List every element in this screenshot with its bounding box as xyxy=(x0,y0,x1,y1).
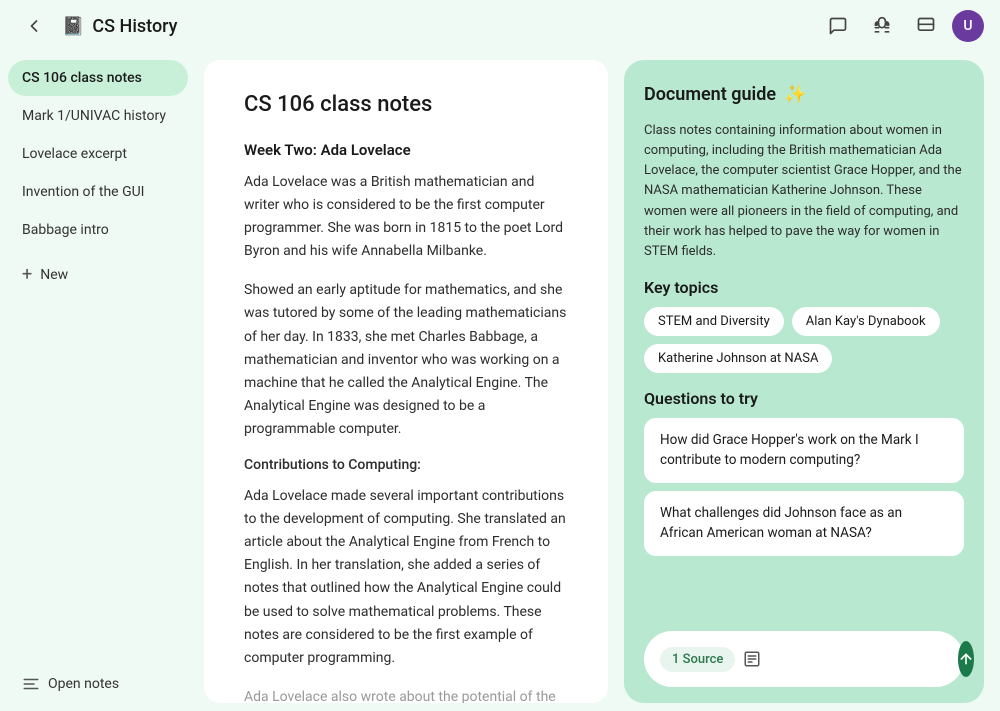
contributions-label: Contributions to Computing: xyxy=(244,457,568,473)
sidebar-item-mark1[interactable]: Mark 1/UNIVAC history xyxy=(8,98,188,134)
topic-katherine[interactable]: Katherine Johnson at NASA xyxy=(644,344,832,373)
source-badge[interactable]: 1 Source xyxy=(660,647,735,672)
back-button[interactable] xyxy=(16,8,52,44)
topic-alan[interactable]: Alan Kay's Dynabook xyxy=(792,307,940,336)
questions-section: Questions to try How did Grace Hopper's … xyxy=(644,389,964,564)
key-topics-section: Key topics STEM and Diversity Alan Kay's… xyxy=(644,278,964,373)
guide-input-area: 1 Source xyxy=(644,631,964,687)
key-topics-label: Key topics xyxy=(644,278,964,297)
note-icon-button[interactable] xyxy=(743,643,761,675)
topics-container: STEM and Diversity Alan Kay's Dynabook K… xyxy=(644,307,964,373)
chat-button[interactable] xyxy=(820,8,856,44)
send-button[interactable] xyxy=(958,641,974,677)
paragraph-3: Ada Lovelace made several important cont… xyxy=(244,485,568,670)
app-title: 📓 CS History xyxy=(62,16,178,37)
new-button[interactable]: + New xyxy=(8,254,188,295)
document-panel: CS 106 class notes Week Two: Ada Lovelac… xyxy=(204,60,608,703)
plus-icon: + xyxy=(22,264,32,285)
guide-input-field[interactable] xyxy=(769,651,950,667)
sidebar-item-cs106[interactable]: CS 106 class notes xyxy=(8,60,188,96)
guide-title: Document guide ✨ xyxy=(644,84,964,105)
week-title: Week Two: Ada Lovelace xyxy=(244,141,568,159)
open-notes-button[interactable]: Open notes xyxy=(8,665,188,703)
topbar-left: 📓 CS History xyxy=(16,8,178,44)
topbar-right: U xyxy=(820,8,984,44)
question-2[interactable]: What challenges did Johnson face as an A… xyxy=(644,491,964,556)
sidebar-item-lovelace[interactable]: Lovelace excerpt xyxy=(8,136,188,172)
questions-label: Questions to try xyxy=(644,389,964,408)
paragraph-2: Showed an early aptitude for mathematics… xyxy=(244,279,568,441)
guide-panel: Document guide ✨ Class notes containing … xyxy=(624,60,984,703)
document-title: CS 106 class notes xyxy=(244,92,568,117)
avatar[interactable]: U xyxy=(952,10,984,42)
content-area: CS 106 class notes Week Two: Ada Lovelac… xyxy=(196,52,1000,711)
notebook-icon: 📓 xyxy=(62,16,84,37)
guide-description: Class notes containing information about… xyxy=(644,121,964,262)
main-layout: CS 106 class notes Mark 1/UNIVAC history… xyxy=(0,52,1000,711)
paragraph-1: Ada Lovelace was a British mathematician… xyxy=(244,171,568,263)
sparkle-icon: ✨ xyxy=(784,84,806,105)
sidebar-item-invention[interactable]: Invention of the GUI xyxy=(8,174,188,210)
topbar: 📓 CS History U xyxy=(0,0,1000,52)
sidebar-item-babbage[interactable]: Babbage intro xyxy=(8,212,188,248)
bug-button[interactable] xyxy=(864,8,900,44)
sidebar: CS 106 class notes Mark 1/UNIVAC history… xyxy=(0,52,196,711)
paragraph-4: Ada Lovelace also wrote about the potent… xyxy=(244,686,568,703)
question-1[interactable]: How did Grace Hopper's work on the Mark … xyxy=(644,418,964,483)
topic-stem[interactable]: STEM and Diversity xyxy=(644,307,784,336)
feedback-button[interactable] xyxy=(908,8,944,44)
open-notes-icon xyxy=(22,675,40,693)
